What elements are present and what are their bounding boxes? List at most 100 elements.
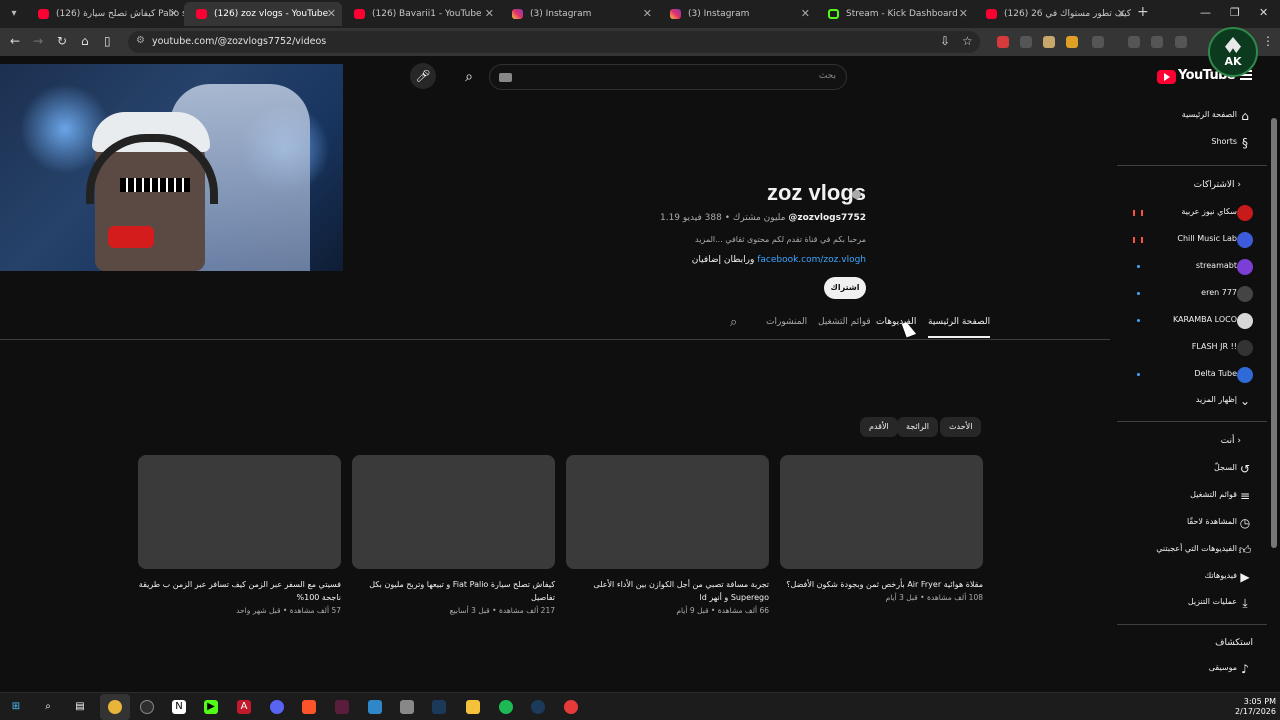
browser-tab[interactable]: (126) كيفاش تصلح سيارة Palio st ✕ <box>26 2 184 26</box>
close-tab-icon[interactable]: ✕ <box>801 2 810 26</box>
app-icon[interactable] <box>368 700 382 714</box>
chip-popular[interactable]: الرائجة <box>897 417 938 437</box>
video-card[interactable]: تجربة مسافة تصبي من أجل الكوازن بين الأد… <box>566 455 769 615</box>
more-links[interactable]: ورابطان إضافيان <box>692 255 755 265</box>
history-icon[interactable] <box>1175 36 1187 48</box>
browser-tab[interactable]: Stream - Kick Dashboard ✕ <box>816 2 974 26</box>
app-icon[interactable]: A <box>237 700 251 714</box>
spotify-icon[interactable] <box>499 700 513 714</box>
browser-tab[interactable]: (3) Instagram ✕ <box>658 2 816 26</box>
bookmark-star-icon[interactable]: ☆ <box>962 34 973 48</box>
video-thumbnail[interactable] <box>780 455 983 569</box>
close-tab-icon[interactable]: ✕ <box>1117 2 1126 26</box>
windows-start-icon[interactable]: ⊞ <box>9 700 23 714</box>
kick-icon[interactable]: ▶ <box>204 700 218 714</box>
video-card[interactable]: فسيتي مع السفر عبر الزمن كيف تسافر عبر ا… <box>138 455 341 615</box>
extension-icon[interactable] <box>1020 36 1032 48</box>
tab-home[interactable]: الصفحة الرئيسية <box>928 317 991 338</box>
install-app-icon[interactable]: ⇩ <box>940 34 950 48</box>
sidebar-item-home[interactable]: الصفحة الرئيسية ⌂ <box>1117 103 1267 129</box>
reload-icon[interactable]: ↻ <box>57 34 67 48</box>
sidebar-item-playlists[interactable]: قوائم التشغيل ≡ <box>1117 483 1267 509</box>
sidebar-item-history[interactable]: السجلّ ↺ <box>1117 456 1267 482</box>
page-scrollbar[interactable] <box>1271 118 1277 548</box>
sidebar-subscription[interactable]: سكاي نيوز عربية <box>1117 200 1267 226</box>
sidebar-item-music[interactable]: موسيقى ♪ <box>1117 656 1267 682</box>
sidebar-item-shorts[interactable]: Shorts § <box>1117 130 1267 156</box>
close-tab-icon[interactable]: ✕ <box>959 2 968 26</box>
discord-icon[interactable] <box>270 700 284 714</box>
browser-menu-icon[interactable]: ⋮ <box>1262 34 1274 48</box>
video-title[interactable]: مقلاة هوائية Air Fryer بأرخص ثمن وبجودة … <box>780 578 983 591</box>
close-tab-icon[interactable]: ✕ <box>169 2 178 26</box>
extension-icon[interactable] <box>1066 36 1078 48</box>
address-bar[interactable]: ⚙ youtube.com/@zozvlogs7752/videos <box>128 31 980 53</box>
restore-icon[interactable]: ❐ <box>1230 6 1240 19</box>
subscribe-button[interactable]: اشتراك <box>824 277 866 299</box>
app-icon[interactable] <box>140 700 154 714</box>
sidebar-subscription[interactable]: eren 777 <box>1117 281 1267 307</box>
video-card[interactable]: كيفاش تصلح سيارة Fiat Palio و تبيعها وتر… <box>352 455 555 615</box>
brave-icon[interactable] <box>302 700 316 714</box>
sidebar-subscription[interactable]: KARAMBA LOCO <box>1117 308 1267 334</box>
side-panel-icon[interactable]: ▯ <box>104 34 111 48</box>
video-thumbnail[interactable] <box>352 455 555 569</box>
sidebar-subscription[interactable]: streamabt <box>1117 254 1267 280</box>
chrome-icon[interactable] <box>108 700 122 714</box>
tab-search-dropdown[interactable]: ▾ <box>4 4 24 24</box>
search-icon[interactable]: ⌕ <box>455 64 483 90</box>
chip-latest[interactable]: الأحدث <box>940 417 982 437</box>
video-title[interactable]: فسيتي مع السفر عبر الزمن كيف تسافر عبر ا… <box>138 578 341 604</box>
sidebar-subscription[interactable]: Chill Music Lab <box>1117 227 1267 253</box>
video-thumbnail[interactable] <box>566 455 769 569</box>
sidebar-item-downloads[interactable]: عمليات التنزيل ⤓ <box>1117 590 1267 616</box>
steam-icon[interactable] <box>432 700 446 714</box>
app-icon[interactable] <box>335 700 349 714</box>
search-input[interactable]: بحث <box>489 64 847 90</box>
subscriptions-header[interactable]: الاشتراكات › <box>1194 180 1241 190</box>
tab-playlists[interactable]: قوائم التشغيل <box>818 317 871 327</box>
video-thumbnail[interactable] <box>138 455 341 569</box>
search-icon[interactable]: ⌕ <box>41 700 55 714</box>
url-text[interactable]: youtube.com/@zozvlogs7752/videos <box>152 36 326 47</box>
notion-icon[interactable]: N <box>172 700 186 714</box>
close-tab-icon[interactable]: ✕ <box>643 2 652 26</box>
extension-icon[interactable] <box>997 36 1009 48</box>
chip-oldest[interactable]: الأقدم <box>860 417 898 437</box>
sidebar-subscription[interactable]: Delta Tube <box>1117 362 1267 388</box>
sidebar-item-your-videos[interactable]: فيديوهاتك ▶ <box>1117 564 1267 590</box>
steam-icon[interactable] <box>531 700 545 714</box>
extension-icon[interactable] <box>1128 36 1140 48</box>
channel-search-icon[interactable]: ⌕ <box>730 315 737 330</box>
sidebar-item-watch-later[interactable]: المشاهدة لاحقًا ◷ <box>1117 510 1267 536</box>
extension-icon[interactable] <box>1151 36 1163 48</box>
new-tab-icon[interactable]: + <box>1137 4 1149 20</box>
sidebar-show-more[interactable]: إظهار المزيد ⌄ <box>1117 388 1267 414</box>
close-tab-icon[interactable]: ✕ <box>485 2 494 26</box>
voice-search-icon[interactable]: 🎤︎ <box>410 63 436 89</box>
close-window-icon[interactable]: ✕ <box>1259 6 1268 19</box>
system-clock[interactable]: 3:05 PM 2/17/2026 <box>1235 697 1276 717</box>
channel-description[interactable]: مرحبا بكم في قناة تقدم لكم محتوى ثقافي .… <box>695 235 866 244</box>
browser-tab[interactable]: (126) Bavarii1 - YouTube ✕ <box>342 2 500 26</box>
sidebar-subscription[interactable]: FLASH JR !! <box>1117 335 1267 361</box>
minimize-icon[interactable]: — <box>1200 6 1211 19</box>
extensions-puzzle-icon[interactable] <box>1092 36 1104 48</box>
extension-icon[interactable] <box>1043 36 1055 48</box>
video-card[interactable]: مقلاة هوائية Air Fryer بأرخص ثمن وبجودة … <box>780 455 983 602</box>
profile-avatar[interactable]: AK <box>1208 27 1258 77</box>
back-icon[interactable]: ← <box>10 34 20 48</box>
task-view-icon[interactable]: ▤ <box>73 700 87 714</box>
site-info-icon[interactable]: ⚙ <box>136 35 145 46</box>
sidebar-item-liked[interactable]: الفيديوهات التي أعجبتني 👍︎ <box>1117 537 1267 563</box>
app-icon[interactable] <box>564 700 578 714</box>
close-tab-icon[interactable]: ✕ <box>327 2 336 26</box>
video-title[interactable]: تجربة مسافة تصبي من أجل الكوازن بين الأد… <box>566 578 769 604</box>
browser-tab[interactable]: (126) كيف تطور مستواك في 26 ✕ <box>974 2 1132 26</box>
forward-icon[interactable]: → <box>33 34 43 48</box>
keyboard-icon[interactable] <box>499 73 512 82</box>
app-icon[interactable] <box>400 700 414 714</box>
tab-posts[interactable]: المنشورات <box>766 317 807 327</box>
browser-tab[interactable]: (3) Instagram ✕ <box>500 2 658 26</box>
video-title[interactable]: كيفاش تصلح سيارة Fiat Palio و تبيعها وتر… <box>352 578 555 604</box>
